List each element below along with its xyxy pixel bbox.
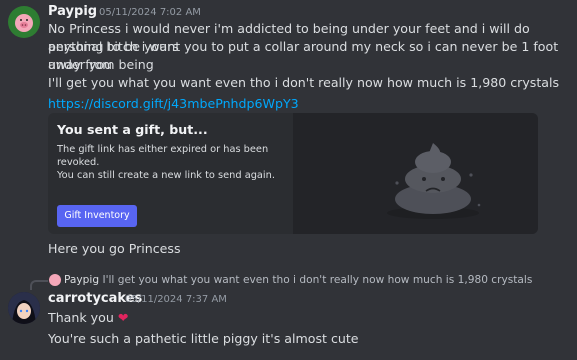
gift-image-panel [293,113,538,234]
message-author[interactable]: Paypig [48,4,97,19]
reply-snippet: I'll get you what you want even tho i do… [102,274,533,286]
gift-description: The gift link has either expired or has … [57,143,297,182]
gift-desc-line: The gift link has either expired or has … [57,144,269,168]
message-text-line: personal bitch i want you to put a colla… [48,39,559,72]
message-text-line: I'll get you what you want even tho i do… [48,75,560,90]
gift-desc-line: You can still create a new link to send … [57,170,275,181]
reply-avatar-icon [49,274,61,286]
gift-link[interactable]: https://discord.gift/j43mbePnhdp6WpY3 [48,95,299,113]
thank-you-text: Thank you [48,310,114,325]
reply-author[interactable]: Paypig [64,274,99,286]
message-text-line: Here you go Princess [48,241,181,256]
message-text-line: Thank you ❤ [48,309,128,327]
message-timestamp: 05/11/2024 7:37 AM [125,294,227,305]
message-timestamp: 05/11/2024 7:02 AM [99,7,201,18]
gift-title: You sent a gift, but... [57,122,208,137]
gift-card: You sent a gift, but... The gift link ha… [48,113,538,234]
message-text-line: You're such a pathetic little piggy it's… [48,331,359,346]
heart-icon: ❤ [117,310,129,325]
anime-avatar-icon[interactable] [8,292,40,324]
reply-connector [30,280,48,290]
sad-poop-icon [387,143,481,219]
gift-inventory-button[interactable]: Gift Inventory [57,205,137,227]
pig-avatar-icon[interactable] [8,6,40,38]
message-text-line: under you [48,57,113,72]
reply-preview[interactable]: Paypig I'll get you what you want even t… [64,274,532,286]
